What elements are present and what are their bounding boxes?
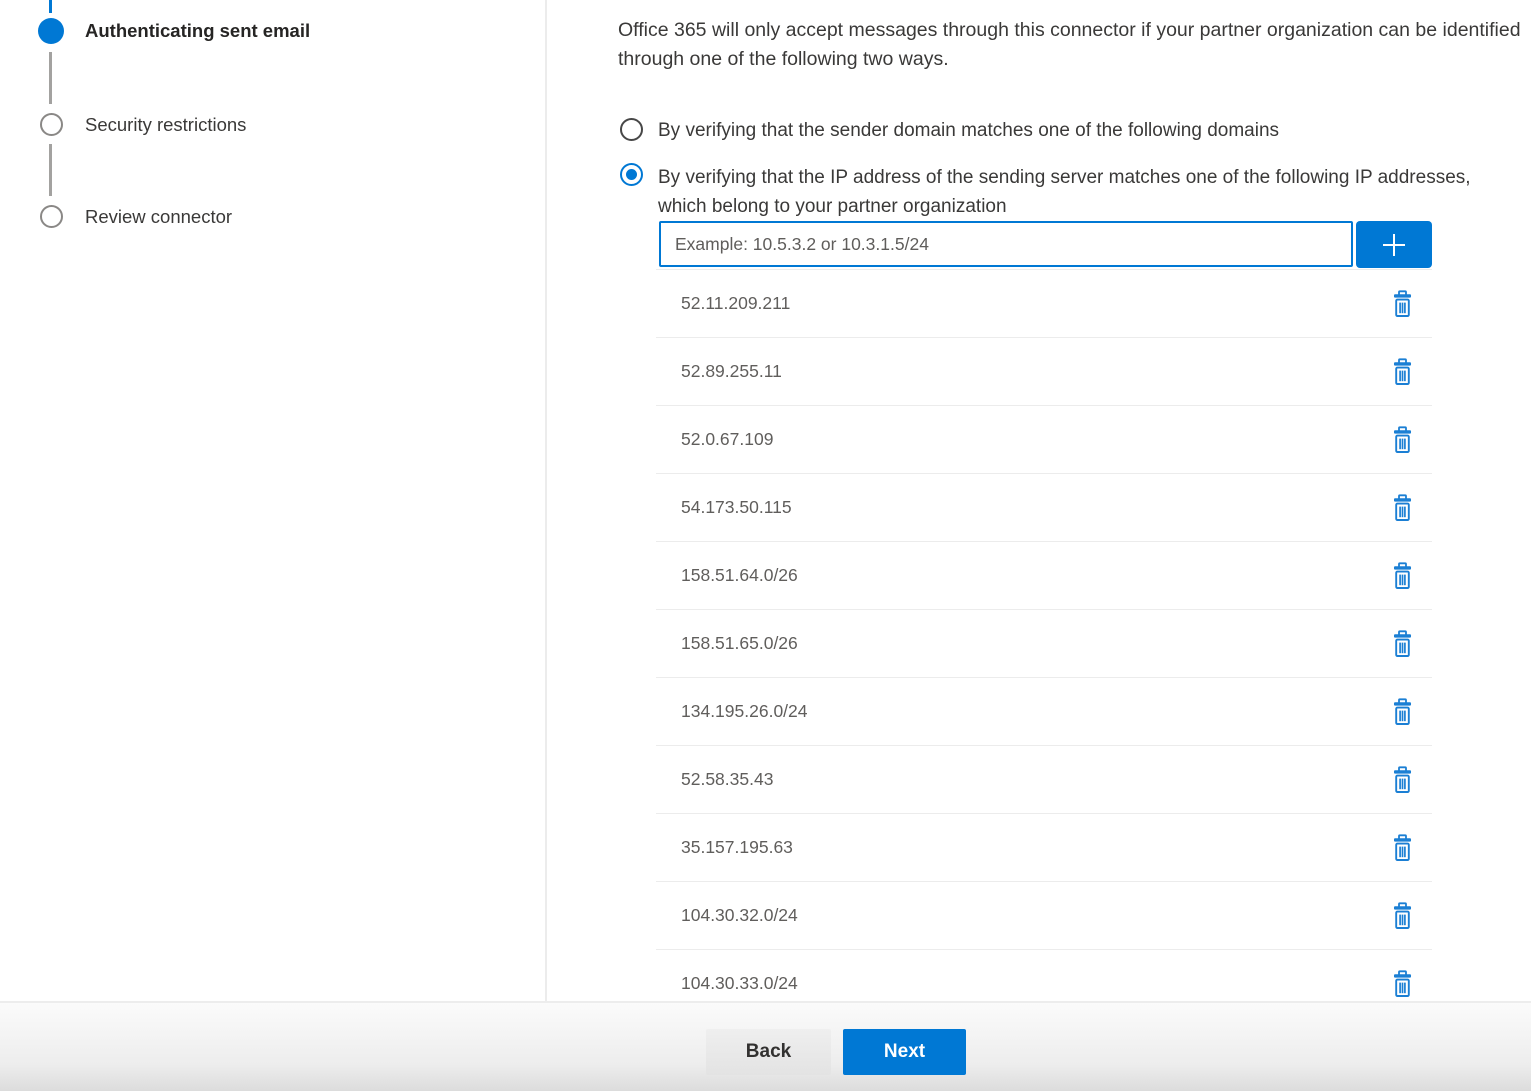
delete-ip-button[interactable] <box>1388 286 1416 322</box>
back-button[interactable]: Back <box>706 1029 831 1075</box>
delete-ip-button[interactable] <box>1388 898 1416 934</box>
step-label: Review connector <box>85 205 232 228</box>
delete-ip-button[interactable] <box>1388 694 1416 730</box>
radio-unselected-icon[interactable] <box>620 118 643 141</box>
page-description: Office 365 will only accept messages thr… <box>618 16 1526 73</box>
radio-dot <box>626 169 637 180</box>
ip-row: 52.11.209.211 <box>656 270 1432 338</box>
ip-row: 54.173.50.115 <box>656 474 1432 542</box>
trash-icon <box>1391 766 1414 794</box>
trash-icon <box>1391 970 1414 998</box>
trash-icon <box>1391 358 1414 386</box>
delete-ip-button[interactable] <box>1388 966 1416 1002</box>
ip-address-input[interactable] <box>659 221 1353 267</box>
plus-icon <box>1378 229 1410 261</box>
trash-icon <box>1391 834 1414 862</box>
ip-value: 35.157.195.63 <box>681 837 793 858</box>
ip-value: 52.58.35.43 <box>681 769 773 790</box>
ip-row: 158.51.65.0/26 <box>656 610 1432 678</box>
ip-row: 52.0.67.109 <box>656 406 1432 474</box>
ip-row: 104.30.32.0/24 <box>656 882 1432 950</box>
ip-row: 35.157.195.63 <box>656 814 1432 882</box>
ip-value: 158.51.64.0/26 <box>681 565 798 586</box>
radio-option-label[interactable]: By verifying that the IP address of the … <box>658 164 1473 221</box>
ip-row: 134.195.26.0/24 <box>656 678 1432 746</box>
connector-wizard-page: Authenticating sent email Security restr… <box>0 0 1531 1091</box>
ip-row: 52.58.35.43 <box>656 746 1432 814</box>
step-rail-connector <box>49 144 52 196</box>
step-label: Authenticating sent email <box>85 19 310 42</box>
ip-row: 104.30.33.0/24 <box>656 950 1432 1002</box>
next-button[interactable]: Next <box>843 1029 966 1075</box>
trash-icon <box>1391 426 1414 454</box>
ip-row: 52.89.255.11 <box>656 338 1432 406</box>
delete-ip-button[interactable] <box>1388 354 1416 390</box>
delete-ip-button[interactable] <box>1388 762 1416 798</box>
ip-value: 104.30.32.0/24 <box>681 905 798 926</box>
ip-value: 52.0.67.109 <box>681 429 773 450</box>
ip-row: 158.51.64.0/26 <box>656 542 1432 610</box>
trash-icon <box>1391 902 1414 930</box>
step-label: Security restrictions <box>85 113 246 136</box>
add-ip-button[interactable] <box>1356 221 1432 268</box>
trash-icon <box>1391 562 1414 590</box>
step-current-circle-icon <box>38 18 64 44</box>
ip-value: 52.89.255.11 <box>681 361 782 382</box>
delete-ip-button[interactable] <box>1388 830 1416 866</box>
wizard-steps-sidebar: Authenticating sent email Security restr… <box>0 0 547 1001</box>
ip-value: 104.30.33.0/24 <box>681 973 798 994</box>
trash-icon <box>1391 698 1414 726</box>
delete-ip-button[interactable] <box>1388 626 1416 662</box>
ip-list: 52.11.209.211 52.89.255.11 <box>656 269 1432 1002</box>
ip-value: 54.173.50.115 <box>681 497 792 518</box>
delete-ip-button[interactable] <box>1388 490 1416 526</box>
step-rail-top-segment <box>49 0 52 13</box>
trash-icon <box>1391 290 1414 318</box>
radio-option-label[interactable]: By verifying that the sender domain matc… <box>658 117 1498 146</box>
wizard-footer-bar: Back Next <box>0 1001 1531 1091</box>
trash-icon <box>1391 494 1414 522</box>
delete-ip-button[interactable] <box>1388 422 1416 458</box>
radio-selected-icon[interactable] <box>620 163 643 186</box>
delete-ip-button[interactable] <box>1388 558 1416 594</box>
trash-icon <box>1391 630 1414 658</box>
ip-value: 158.51.65.0/26 <box>681 633 798 654</box>
ip-value: 134.195.26.0/24 <box>681 701 808 722</box>
step-upcoming-circle-icon <box>40 113 63 136</box>
step-upcoming-circle-icon <box>40 205 63 228</box>
ip-value: 52.11.209.211 <box>681 293 790 314</box>
step-rail-connector <box>49 52 52 104</box>
